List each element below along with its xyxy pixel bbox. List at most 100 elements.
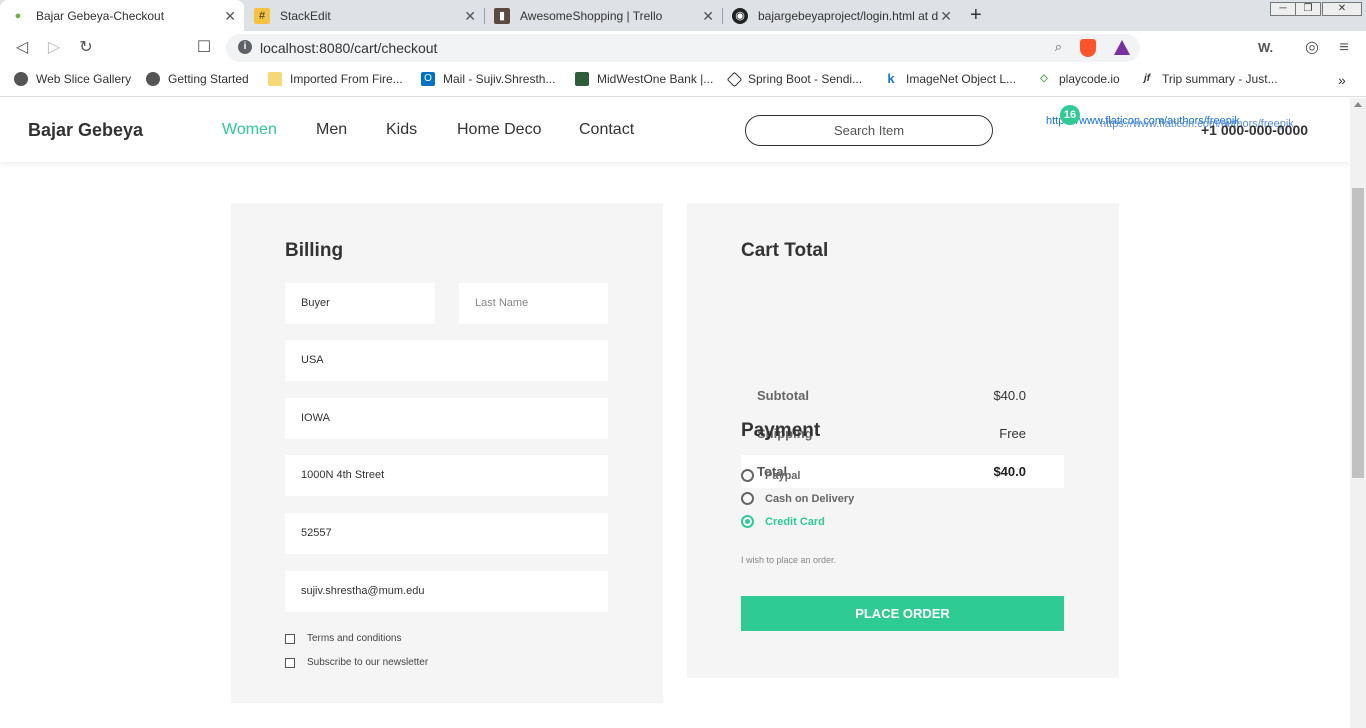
terms-checkbox[interactable]: Terms and conditions bbox=[285, 633, 402, 644]
bookmark-label: Web Slice Gallery bbox=[36, 72, 132, 86]
radio-icon[interactable] bbox=[741, 492, 754, 505]
site-logo[interactable]: Bajar Gebeya bbox=[28, 120, 143, 141]
jf-icon: jf bbox=[1143, 73, 1151, 84]
new-tab-button[interactable]: + bbox=[970, 4, 982, 27]
bookmark-mail[interactable]: O Mail - Sujiv.Shresth... bbox=[421, 72, 555, 86]
bookmark-label: playcode.io bbox=[1059, 72, 1120, 86]
nav-kids[interactable]: Kids bbox=[386, 121, 417, 139]
bookmark-icon[interactable]: ☐ bbox=[193, 37, 215, 59]
checkbox-icon[interactable] bbox=[285, 633, 295, 644]
info-icon[interactable]: i bbox=[238, 40, 252, 54]
subtotal-label: Subtotal bbox=[757, 388, 809, 403]
street-field[interactable]: 1000N 4th Street bbox=[285, 455, 608, 496]
menu-icon[interactable]: ≡ bbox=[1333, 37, 1355, 59]
bookmark-midwestone[interactable]: MidWestOne Bank |... bbox=[575, 72, 713, 86]
subtotal-value: $40.0 bbox=[993, 388, 1026, 403]
globe-icon bbox=[146, 72, 160, 86]
bookmark-web-slice-gallery[interactable]: Web Slice Gallery bbox=[14, 72, 131, 86]
last-name-field[interactable]: Last Name bbox=[459, 283, 608, 324]
first-name-field[interactable]: Buyer bbox=[285, 283, 435, 324]
site-header: Bajar Gebeya Women Men Kids Home Deco Co… bbox=[0, 98, 1350, 162]
kaggle-icon: k bbox=[887, 71, 895, 86]
bookmark-label: Mail - Sujiv.Shresth... bbox=[443, 72, 556, 86]
cart-count-badge: 16 bbox=[1060, 105, 1080, 125]
payment-paypal[interactable]: Paypal bbox=[741, 469, 800, 482]
cart-total-panel: Cart Total Subtotal $40.0 Shipping Free … bbox=[687, 203, 1119, 678]
nav-home-deco[interactable]: Home Deco bbox=[457, 121, 541, 139]
close-icon[interactable]: ✕ bbox=[224, 8, 236, 25]
place-order-button[interactable]: PLACE ORDER bbox=[741, 596, 1064, 631]
page-scrollbar[interactable] bbox=[1350, 98, 1366, 728]
bookmark-getting-started[interactable]: Getting Started bbox=[146, 72, 249, 86]
nav-men[interactable]: Men bbox=[316, 121, 347, 139]
tab-title: StackEdit bbox=[280, 8, 331, 23]
cart-total-title: Cart Total bbox=[741, 240, 829, 261]
tab-title: bajargebeyaproject/login.html at d bbox=[758, 8, 938, 23]
billing-panel: Billing Buyer Last Name USA IOWA 1000N 4… bbox=[231, 203, 663, 703]
total-value: $40.0 bbox=[993, 464, 1026, 479]
restore-icon[interactable]: ❐ bbox=[1295, 2, 1321, 16]
ext-w-icon[interactable]: W. bbox=[1258, 40, 1273, 55]
terms-label: Terms and conditions bbox=[307, 633, 402, 644]
page-viewport: Bajar Gebeya Women Men Kids Home Deco Co… bbox=[0, 98, 1350, 728]
brave-rewards-icon[interactable] bbox=[1114, 40, 1130, 55]
bookmark-spring-boot[interactable]: Spring Boot - Sendi... bbox=[726, 71, 863, 87]
globe-icon bbox=[14, 72, 28, 86]
phone-number: +1 000-000-0000 bbox=[1201, 122, 1309, 138]
search-input[interactable]: Search Item bbox=[745, 115, 993, 146]
more-bookmarks-icon[interactable]: » bbox=[1338, 72, 1346, 88]
bookmark-label: Spring Boot - Sendi... bbox=[748, 72, 863, 86]
back-icon[interactable]: ◁ bbox=[11, 37, 33, 59]
trello-icon: ▮ bbox=[494, 7, 510, 24]
leaf-icon: ● bbox=[14, 9, 22, 22]
stackedit-icon: # bbox=[254, 7, 270, 24]
nav-women[interactable]: Women bbox=[222, 121, 277, 139]
cod-label: Cash on Delivery bbox=[765, 492, 855, 505]
profile-icon[interactable]: ◎ bbox=[1301, 37, 1323, 59]
scrollbar-thumb[interactable] bbox=[1352, 188, 1364, 478]
browser-tab-bar: ● Bajar Gebeya-Checkout ✕ # StackEdit ✕ … bbox=[0, 0, 1366, 31]
url-text[interactable]: localhost:8080/cart/checkout bbox=[260, 40, 437, 56]
close-icon[interactable]: ✕ bbox=[702, 8, 714, 25]
bookmark-label: Getting Started bbox=[168, 72, 249, 86]
payment-credit-card[interactable]: Credit Card bbox=[741, 515, 825, 528]
close-window-icon[interactable]: ✕ bbox=[1322, 2, 1362, 16]
country-field[interactable]: USA bbox=[285, 340, 608, 381]
nav-contact[interactable]: Contact bbox=[579, 121, 634, 139]
bookmark-imagenet[interactable]: k ImageNet Object L... bbox=[884, 71, 1016, 87]
tab-github[interactable]: ◉ bajargebeyaproject/login.html at d ✕ bbox=[722, 0, 960, 31]
bookmark-label: MidWestOne Bank |... bbox=[597, 72, 714, 86]
shipping-value: Free bbox=[999, 426, 1026, 441]
bank-icon bbox=[575, 72, 589, 86]
bookmark-trip-summary[interactable]: jf Trip summary - Just... bbox=[1140, 72, 1278, 86]
checkbox-icon[interactable] bbox=[285, 657, 295, 668]
tab-title: AwesomeShopping | Trello bbox=[520, 8, 663, 23]
zoom-icon[interactable]: ⌕ bbox=[1055, 39, 1062, 55]
close-icon[interactable]: ✕ bbox=[940, 8, 952, 25]
outlook-icon: O bbox=[421, 72, 435, 86]
bookmark-playcode[interactable]: ◇ playcode.io bbox=[1037, 72, 1120, 86]
state-field[interactable]: IOWA bbox=[285, 398, 608, 439]
reload-icon[interactable]: ↻ bbox=[75, 37, 97, 59]
close-icon[interactable]: ✕ bbox=[464, 8, 476, 25]
bookmark-imported-from-firefox[interactable]: Imported From Fire... bbox=[268, 72, 403, 86]
scroll-up-icon[interactable] bbox=[1354, 102, 1362, 107]
payment-title: Payment bbox=[741, 420, 821, 441]
github-icon: ◉ bbox=[732, 7, 748, 24]
minimize-icon[interactable]: ─ bbox=[1270, 2, 1296, 16]
tab-trello[interactable]: ▮ AwesomeShopping | Trello ✕ bbox=[484, 0, 722, 31]
address-bar[interactable]: i localhost:8080/cart/checkout ⌕ bbox=[226, 34, 1140, 62]
playcode-icon: ◇ bbox=[1040, 73, 1048, 84]
forward-icon[interactable]: ▷ bbox=[43, 37, 65, 59]
folder-icon bbox=[268, 72, 282, 86]
tab-stackedit[interactable]: # StackEdit ✕ bbox=[244, 0, 484, 31]
bookmark-label: Imported From Fire... bbox=[290, 72, 403, 86]
email-field[interactable]: sujiv.shrestha@mum.edu bbox=[285, 571, 608, 612]
payment-cash-on-delivery[interactable]: Cash on Delivery bbox=[741, 492, 854, 505]
tab-bajar-gebeya-checkout[interactable]: ● Bajar Gebeya-Checkout ✕ bbox=[0, 0, 244, 31]
radio-selected-icon[interactable] bbox=[741, 515, 754, 528]
brave-shield-icon[interactable] bbox=[1080, 39, 1096, 57]
radio-icon[interactable] bbox=[741, 469, 754, 482]
newsletter-checkbox[interactable]: Subscribe to our newsletter bbox=[285, 657, 428, 668]
zip-field[interactable]: 52557 bbox=[285, 513, 608, 554]
